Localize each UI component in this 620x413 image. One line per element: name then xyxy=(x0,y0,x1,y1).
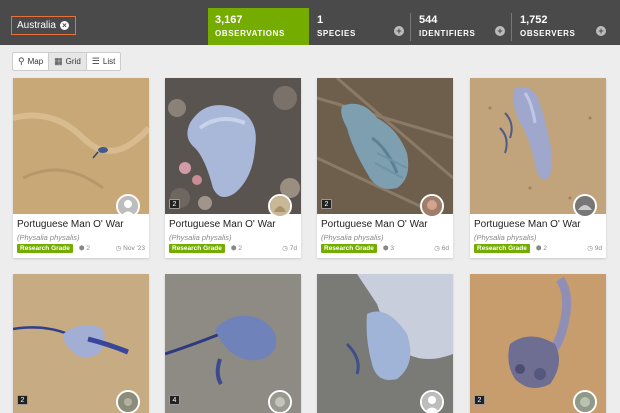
observer-avatar[interactable] xyxy=(268,194,292,218)
observations-stat[interactable]: 3,167 OBSERVATIONS xyxy=(208,8,309,45)
observer-avatar[interactable] xyxy=(268,390,292,413)
photo-count-badge: 2 xyxy=(17,395,28,405)
observation-card[interactable]: 2 xyxy=(470,274,606,413)
scientific-name: (Physalia physalis) xyxy=(321,233,384,242)
observer-avatar[interactable] xyxy=(420,194,444,218)
id-count: 2 xyxy=(86,245,90,252)
clock-icon: ◷ Nov '23 xyxy=(115,245,145,252)
observer-avatar[interactable] xyxy=(420,390,444,413)
common-name[interactable]: Portuguese Man O' War xyxy=(321,219,428,230)
observers-count: 1,752 xyxy=(520,14,548,26)
observations-count: 3,167 xyxy=(215,14,243,26)
stats-header: Australia × 3,167 OBSERVATIONS 1 SPECIES… xyxy=(0,0,620,45)
card-meta: Research Grade ⬢ 2 ◷ 7d xyxy=(169,243,297,253)
observation-card[interactable]: Portuguese Man O' War (Physalia physalis… xyxy=(13,78,149,258)
photo-count-badge: 4 xyxy=(169,395,180,405)
card-meta: Research Grade ⬢ 2 ◷ 9d xyxy=(474,243,602,253)
id-count-icon: ⬢ 3 xyxy=(382,245,394,252)
scientific-name: (Physalia physalis) xyxy=(474,233,537,242)
id-count-icon: ⬢ 2 xyxy=(535,245,547,252)
id-count: 2 xyxy=(238,245,242,252)
observer-avatar[interactable] xyxy=(116,390,140,413)
photo-count-badge: 2 xyxy=(474,395,485,405)
map-view-button[interactable]: ⚲ Map xyxy=(13,53,50,70)
observed-date: 7d xyxy=(289,245,297,252)
common-name[interactable]: Portuguese Man O' War xyxy=(474,219,581,230)
observation-card[interactable]: 4 xyxy=(165,274,301,413)
observer-avatar[interactable] xyxy=(116,194,140,218)
common-name[interactable]: Portuguese Man O' War xyxy=(17,219,124,230)
map-view-label: Map xyxy=(27,57,44,66)
observation-card[interactable]: 2 Portuguese Man O' War (Physalia physal… xyxy=(165,78,301,258)
observation-card[interactable]: 2 xyxy=(13,274,149,413)
grid-icon: ▦ xyxy=(54,56,63,66)
quality-grade-badge: Research Grade xyxy=(17,243,73,253)
observer-avatar[interactable] xyxy=(573,390,597,413)
card-meta: Research Grade ⬢ 3 ◷ 6d xyxy=(321,243,449,253)
id-count-icon: ⬢ 2 xyxy=(230,245,242,252)
identifiers-count: 544 xyxy=(419,14,438,26)
list-view-button[interactable]: ☰ List xyxy=(87,53,121,70)
common-name[interactable]: Portuguese Man O' War xyxy=(169,219,276,230)
list-icon: ☰ xyxy=(91,56,100,66)
observation-card[interactable]: 2 Portuguese Man O' War (Physalia physal… xyxy=(317,78,453,258)
id-count-icon: ⬢ 2 xyxy=(78,245,90,252)
clock-icon: ◷ 7d xyxy=(282,245,297,252)
observations-label: OBSERVATIONS xyxy=(215,29,285,38)
identifiers-stat[interactable]: 544 IDENTIFIERS + xyxy=(411,8,511,45)
map-pin-icon: ⚲ xyxy=(18,56,25,66)
scientific-name: (Physalia physalis) xyxy=(17,233,80,242)
id-count: 3 xyxy=(390,245,394,252)
clock-icon: ◷ 9d xyxy=(587,245,602,252)
photo-count-badge: 2 xyxy=(169,199,180,209)
observed-date: 9d xyxy=(594,245,602,252)
card-meta: Research Grade ⬢ 2 ◷ Nov '23 xyxy=(17,243,145,253)
view-toggle: ⚲ Map ▦ Grid ☰ List xyxy=(12,52,122,71)
observers-stat[interactable]: 1,752 OBSERVERS + xyxy=(512,8,612,45)
quality-grade-badge: Research Grade xyxy=(169,243,225,253)
clock-icon: ◷ 6d xyxy=(434,245,449,252)
grid-view-button[interactable]: ▦ Grid xyxy=(49,53,87,70)
list-view-label: List xyxy=(102,57,116,66)
expand-identifiers-icon[interactable]: + xyxy=(495,26,505,36)
place-filter-chip[interactable]: Australia × xyxy=(11,16,76,35)
grid-view-label: Grid xyxy=(65,57,81,66)
observer-avatar[interactable] xyxy=(573,194,597,218)
species-stat[interactable]: 1 SPECIES + xyxy=(309,8,410,45)
place-filter-label: Australia xyxy=(17,20,56,31)
id-count: 2 xyxy=(543,245,547,252)
expand-observers-icon[interactable]: + xyxy=(596,26,606,36)
observed-date: Nov '23 xyxy=(123,245,145,252)
quality-grade-badge: Research Grade xyxy=(321,243,377,253)
observed-date: 6d xyxy=(441,245,449,252)
photo-count-badge: 2 xyxy=(321,199,332,209)
quality-grade-badge: Research Grade xyxy=(474,243,530,253)
species-count: 1 xyxy=(317,14,324,26)
expand-species-icon[interactable]: + xyxy=(394,26,404,36)
observation-card[interactable] xyxy=(317,274,453,413)
observation-card[interactable]: Portuguese Man O' War (Physalia physalis… xyxy=(470,78,606,258)
scientific-name: (Physalia physalis) xyxy=(169,233,232,242)
remove-filter-icon[interactable]: × xyxy=(59,21,69,30)
